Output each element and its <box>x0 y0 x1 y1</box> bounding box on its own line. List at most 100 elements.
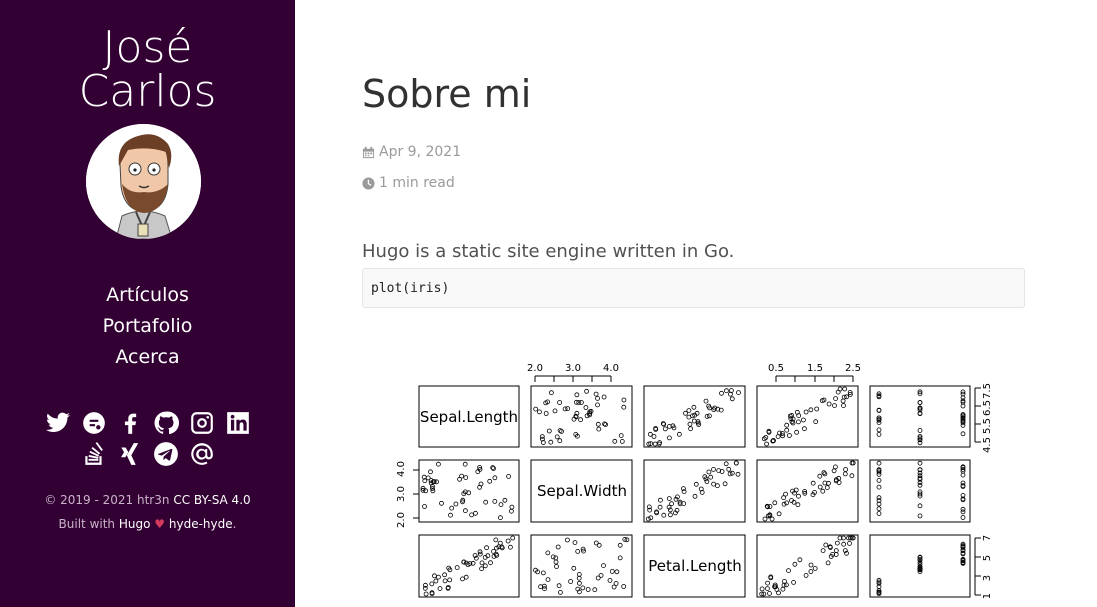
scatter-point <box>536 409 542 415</box>
stackoverflow-icon[interactable] <box>80 440 108 468</box>
scatter-point <box>492 475 498 481</box>
site-title-line2[interactable]: Carlos <box>0 70 295 114</box>
theme-link[interactable]: hyde-hyde <box>169 517 233 531</box>
scatter-point <box>876 506 882 512</box>
scatter-point <box>506 474 511 479</box>
scatter-point <box>442 578 448 584</box>
scatter-point <box>498 502 504 508</box>
scatter-point <box>796 493 801 499</box>
scatter-point <box>487 478 493 484</box>
scatter-point <box>657 497 663 503</box>
scatter-point <box>786 433 792 438</box>
scatter-point <box>792 561 798 567</box>
scatter-point <box>509 508 514 514</box>
panel-label: Petal.Length <box>648 557 742 575</box>
nav-item-portafolio[interactable]: Portafolio <box>0 311 295 342</box>
github-icon[interactable] <box>152 409 180 437</box>
scatter-point <box>492 498 498 504</box>
keybase-icon[interactable] <box>80 409 108 437</box>
scatter-point <box>422 504 427 509</box>
scatter-point <box>876 432 882 437</box>
scatter-point <box>736 390 741 395</box>
scatter-point <box>556 583 562 589</box>
scatter-point <box>842 386 848 392</box>
xing-icon[interactable] <box>116 440 144 468</box>
right-tick-label: 7 <box>982 535 993 541</box>
scatter-point <box>429 581 435 587</box>
facebook-icon[interactable] <box>116 409 144 437</box>
scatter-point <box>439 500 444 506</box>
scatter-point <box>691 404 697 410</box>
scatter-point <box>545 550 551 556</box>
scatter-point <box>463 475 469 480</box>
scatter-point <box>553 559 559 565</box>
scatter-point <box>803 572 809 578</box>
scatter-point <box>693 481 699 487</box>
post-date: Apr 9, 2021 <box>362 144 461 160</box>
scatter-point <box>425 475 431 481</box>
scatter-point <box>692 493 698 499</box>
scatter-point <box>661 512 667 518</box>
scatter-point <box>764 586 770 592</box>
scatter-point <box>557 438 563 444</box>
scatter-point <box>550 554 556 560</box>
scatter-point <box>820 548 826 554</box>
hugo-link[interactable]: Hugo <box>119 517 151 531</box>
scatter-point <box>813 419 819 425</box>
scatter-point <box>917 503 923 509</box>
scatter-point <box>688 426 694 432</box>
scatter-point <box>837 386 843 392</box>
linkedin-icon[interactable] <box>224 409 252 437</box>
license-link[interactable]: CC BY-SA 4.0 <box>173 493 250 507</box>
scatter-point <box>595 396 600 401</box>
instagram-icon[interactable] <box>188 409 216 437</box>
scatter-point <box>584 413 590 419</box>
scatter-point <box>617 555 623 561</box>
scatter-point <box>564 537 570 543</box>
scatter-point <box>876 484 882 490</box>
scatter-point <box>447 577 453 583</box>
scatter-point <box>488 560 493 566</box>
telegram-icon[interactable] <box>152 440 180 468</box>
scatter-point <box>729 396 735 402</box>
scatter-point <box>572 540 578 546</box>
scatter-point <box>808 569 814 574</box>
scatter-point <box>762 516 768 522</box>
site-title[interactable]: José Carlos <box>0 26 295 114</box>
nav-item-acerca[interactable]: Acerca <box>0 342 295 373</box>
scatter-point <box>557 589 563 595</box>
scatter-point <box>552 408 558 414</box>
scatter-point <box>554 564 559 569</box>
scatter-point <box>491 548 496 554</box>
scatter-point <box>704 479 710 484</box>
scatter-point <box>432 573 437 579</box>
scatter-point <box>723 461 729 467</box>
scatter-point <box>576 575 582 581</box>
scatter-point <box>822 471 828 477</box>
twitter-icon[interactable] <box>44 409 72 437</box>
scatter-point <box>765 580 771 586</box>
scatter-point <box>821 470 827 476</box>
nav-item-articulos[interactable]: Artículos <box>0 280 295 311</box>
scatter-point <box>621 584 627 589</box>
scatter-point <box>576 571 582 577</box>
scatter-point <box>803 409 809 415</box>
scatter-point <box>423 488 429 494</box>
scatter-point <box>652 441 658 447</box>
scatter-point <box>772 500 778 506</box>
scatter-point <box>576 580 582 586</box>
scatter-point <box>593 391 599 397</box>
scatter-point <box>508 544 513 550</box>
scatter-point <box>847 540 852 546</box>
scatter-point <box>548 439 554 445</box>
email-icon[interactable] <box>188 440 216 468</box>
scatter-point <box>812 565 818 571</box>
scatter-point <box>662 426 668 432</box>
scatter-point <box>917 400 923 405</box>
scatter-point <box>584 388 590 394</box>
scatter-point <box>533 406 539 412</box>
post-title: Sobre mi <box>362 72 532 116</box>
site-title-line1[interactable]: José <box>0 26 295 70</box>
scatter-point <box>448 512 453 518</box>
scatter-point <box>571 565 577 571</box>
